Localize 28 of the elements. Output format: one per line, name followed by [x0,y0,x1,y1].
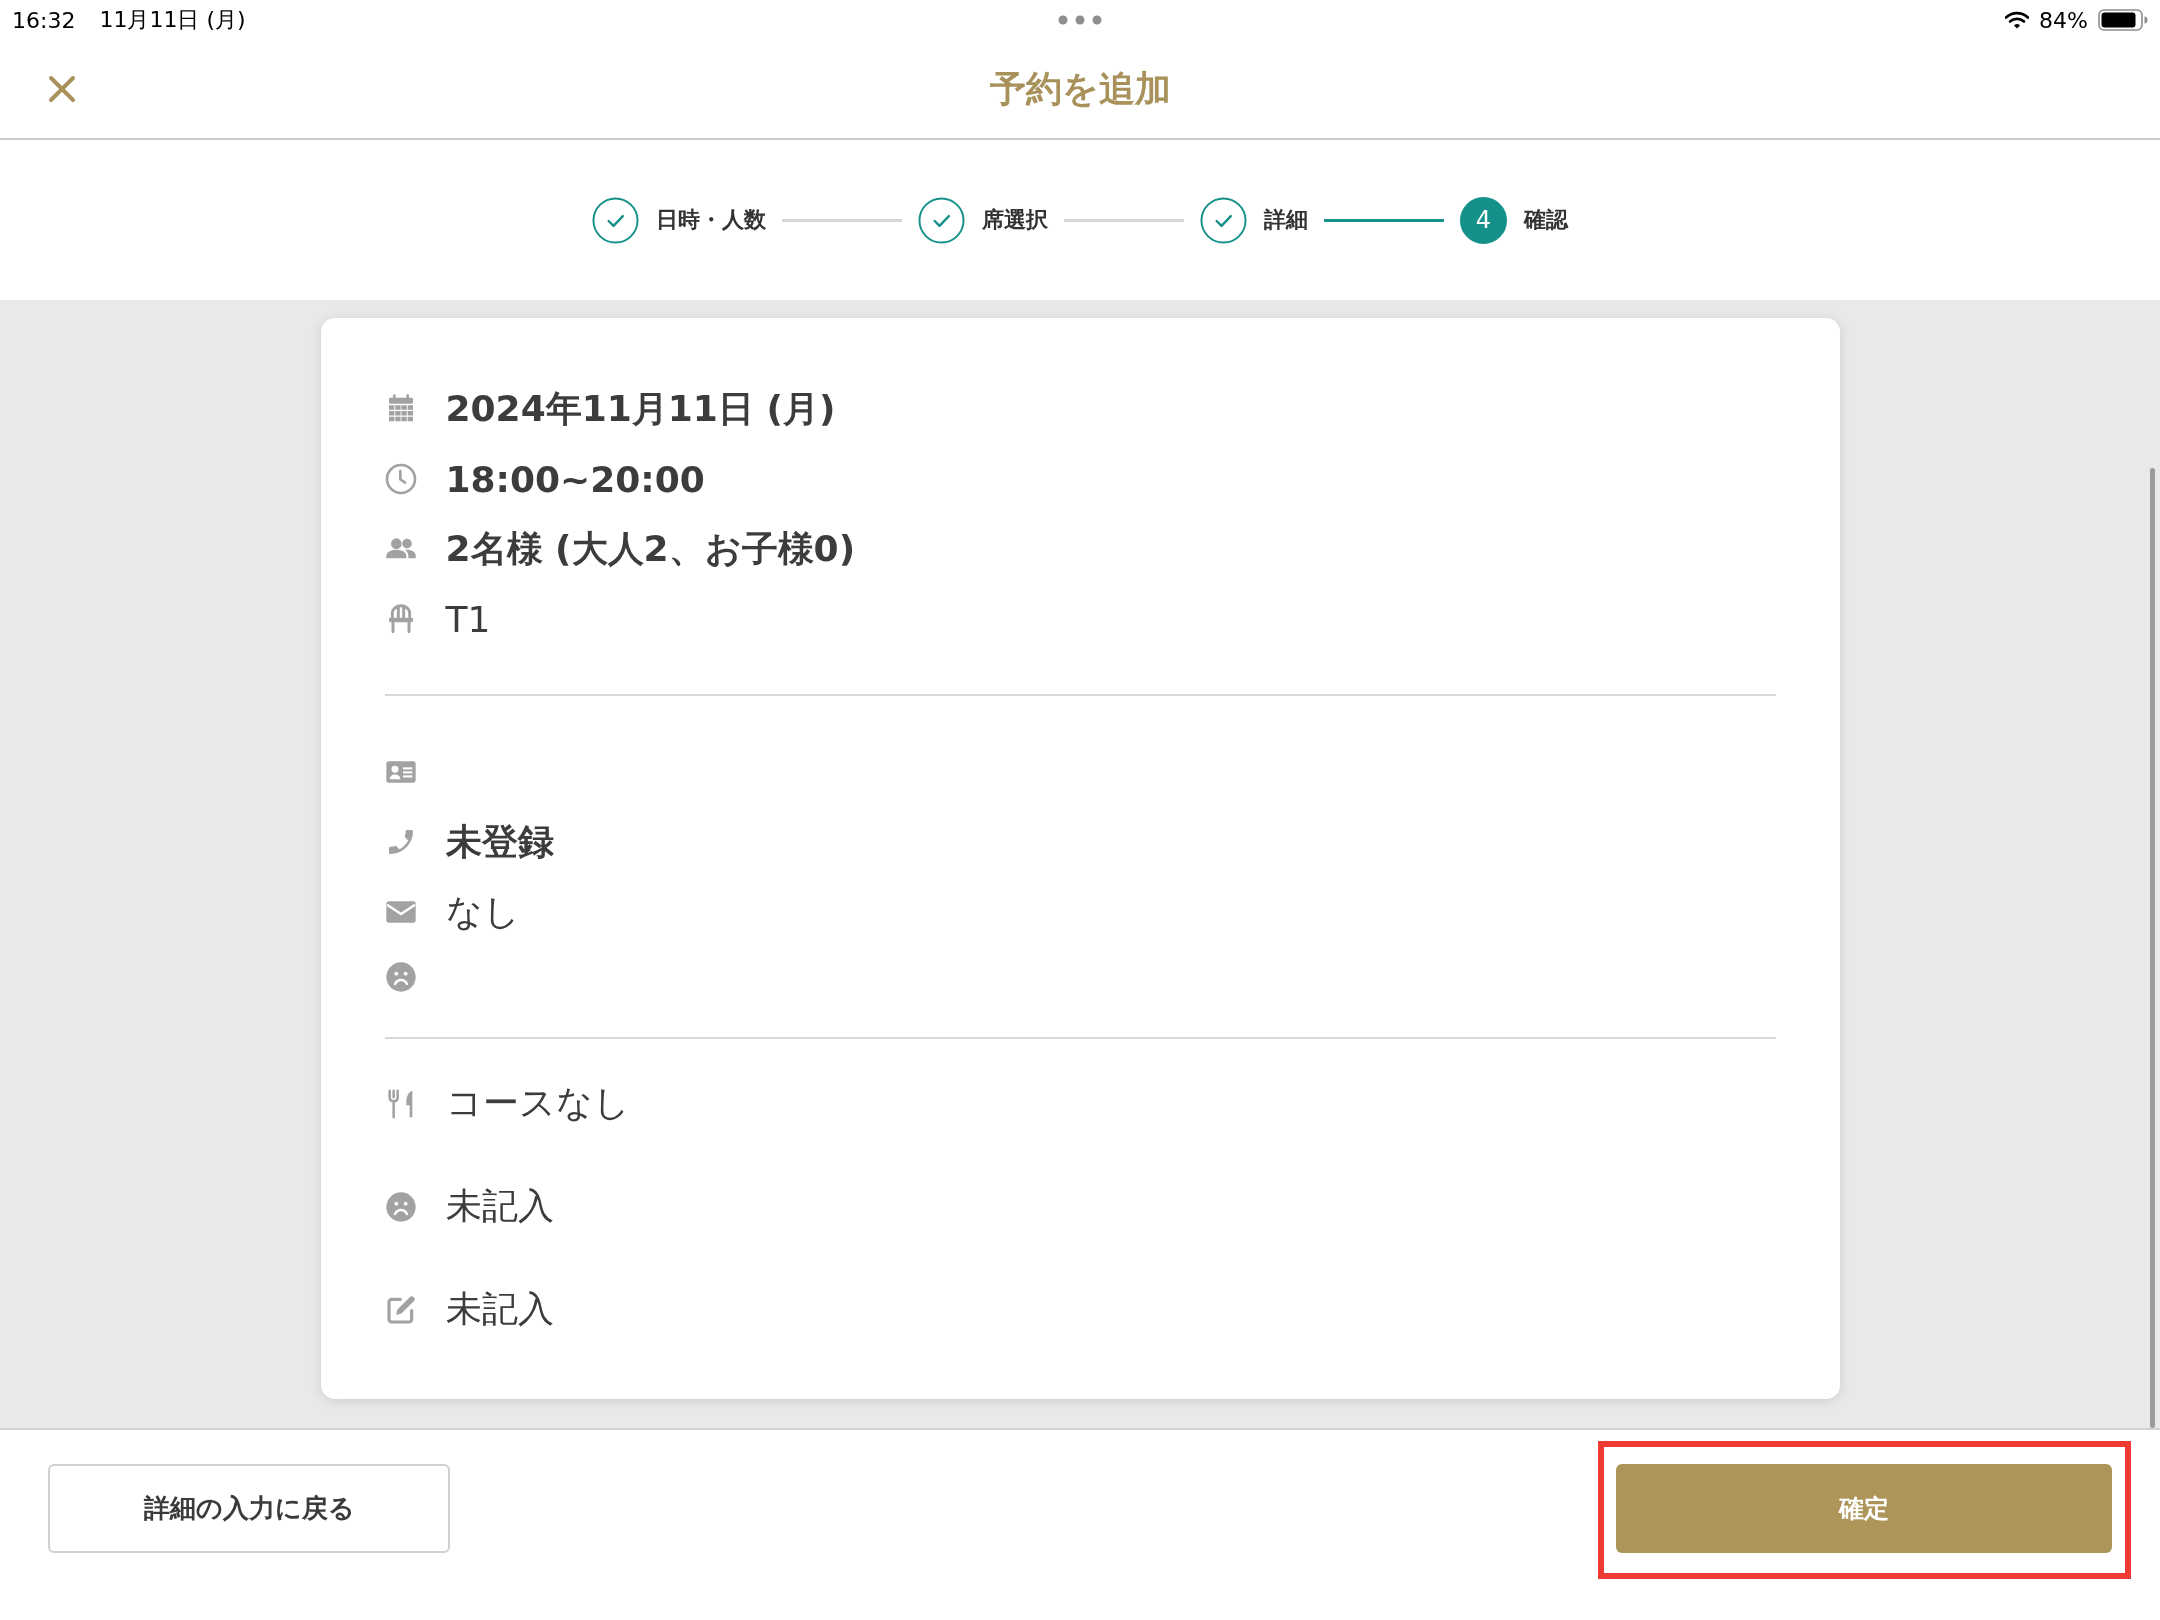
status-time: 16:32 [12,7,76,33]
course-text: コースなし [445,1081,630,1125]
page-title: 予約を追加 [989,66,1171,111]
party-size-text: 2名様 (大人2、お子様0) [445,526,856,571]
step-label: 席選択 [982,206,1048,234]
step-label: 確認 [1524,206,1568,234]
phone-text: 未登録 [445,819,554,864]
note-text: 未記入 [445,1287,554,1331]
email-text: なし [445,889,520,934]
seat-text: T1 [445,598,491,640]
frown-icon [384,961,417,993]
frown-icon [384,1190,417,1223]
battery-icon [2098,9,2148,31]
close-button[interactable] [48,75,76,103]
battery-percent: 84% [2039,7,2088,33]
wifi-icon [2005,11,2030,29]
close-icon [48,75,76,103]
time-text: 18:00~20:00 [445,458,705,500]
step-label: 詳細 [1264,206,1308,234]
mood-text: 未記入 [445,1184,554,1228]
edit-icon [384,1293,417,1326]
step-label: 日時・人数 [656,206,766,234]
step-number: 4 [1460,196,1507,244]
date-text: 2024年11月11日 (月) [445,386,836,431]
status-date: 11月11日 (月) [99,6,246,34]
back-button[interactable]: 詳細の入力に戻る [48,1464,450,1553]
clock-icon [384,463,417,495]
more-dots-icon[interactable] [1058,15,1102,25]
